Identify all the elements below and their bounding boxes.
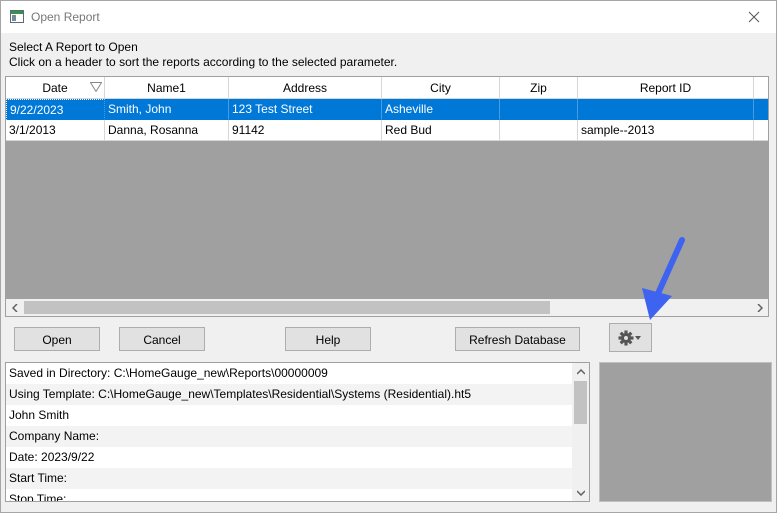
grid-header: Date Name1 Address City Zip Report ID (6, 77, 768, 99)
settings-dropdown-button[interactable] (609, 323, 652, 352)
detail-line-start-time: Start Time: (6, 468, 573, 489)
app-window-icon (10, 10, 24, 23)
cell-date[interactable]: 3/1/2013 (6, 120, 105, 141)
chevron-left-icon (11, 303, 18, 312)
chevron-right-icon (756, 303, 763, 312)
detail-line-company: Company Name: (6, 426, 573, 447)
detail-line-date: Date: 2023/9/22 (9, 450, 95, 464)
horizontal-scroll-thumb[interactable] (24, 301, 550, 314)
gear-icon (618, 330, 641, 345)
scroll-left-button[interactable] (6, 299, 23, 316)
chevron-down-icon (576, 489, 585, 496)
column-header-zip[interactable]: Zip (500, 77, 578, 99)
cell-name[interactable]: Smith, John (105, 99, 229, 120)
column-header-report-id[interactable]: Report ID (578, 77, 754, 99)
report-details-panel[interactable]: Saved in Directory: C:\HomeGauge_new\Rep… (5, 362, 590, 502)
chevron-up-icon (576, 368, 585, 375)
window-title: Open Report (31, 10, 100, 24)
detail-line-client: John Smith (9, 408, 70, 422)
column-header-address[interactable]: Address (229, 77, 382, 99)
scroll-right-button[interactable] (751, 299, 768, 316)
column-header-filler (754, 77, 768, 99)
title-bar: Open Report (1, 1, 776, 33)
horizontal-scrollbar[interactable] (6, 299, 768, 316)
scroll-down-button[interactable] (572, 484, 589, 501)
close-button[interactable] (732, 1, 776, 33)
column-header-name1[interactable]: Name1 (105, 77, 229, 99)
cell-filler (754, 120, 768, 141)
cell-city[interactable]: Asheville (382, 99, 500, 120)
help-button[interactable]: Help (285, 327, 371, 351)
column-header-label: Date (42, 81, 68, 95)
report-grid[interactable]: Date Name1 Address City Zip Report ID 9/… (5, 76, 769, 317)
instruction-heading: Select A Report to Open (9, 40, 138, 54)
cell-address[interactable]: 123 Test Street (229, 99, 382, 120)
open-report-dialog: Open Report Select A Report to Open Clic… (0, 0, 777, 513)
close-icon (748, 11, 760, 23)
open-button[interactable]: Open (14, 327, 100, 351)
refresh-database-button[interactable]: Refresh Database (455, 327, 580, 351)
cancel-button[interactable]: Cancel (119, 327, 205, 351)
cell-date[interactable]: 9/22/2023 (6, 99, 105, 120)
detail-line-stop-time: Stop Time: (9, 492, 67, 502)
vertical-scrollbar[interactable] (572, 363, 589, 501)
detail-line-directory: Saved in Directory: C:\HomeGauge_new\Rep… (9, 366, 328, 380)
cell-name[interactable]: Danna, Rosanna (105, 120, 229, 141)
chevron-down-icon (634, 335, 641, 340)
cell-zip[interactable] (500, 99, 578, 120)
cell-report-id[interactable]: sample--2013 (578, 120, 754, 141)
report-preview-pane (599, 362, 772, 502)
cell-zip[interactable] (500, 120, 578, 141)
instruction-text: Click on a header to sort the reports ac… (9, 55, 398, 69)
cell-filler (754, 99, 768, 120)
vertical-scroll-thumb[interactable] (574, 381, 587, 424)
cell-city[interactable]: Red Bud (382, 120, 500, 141)
table-row[interactable]: 9/22/2023 Smith, John 123 Test Street As… (6, 99, 768, 120)
table-row[interactable]: 3/1/2013 Danna, Rosanna 91142 Red Bud sa… (6, 120, 768, 141)
sort-descending-icon (90, 82, 102, 92)
scroll-up-button[interactable] (572, 363, 589, 380)
detail-line-template: Using Template: C:\HomeGauge_new\Templat… (6, 384, 573, 405)
cell-address[interactable]: 91142 (229, 120, 382, 141)
column-header-city[interactable]: City (382, 77, 500, 99)
cell-report-id[interactable] (578, 99, 754, 120)
column-header-date[interactable]: Date (6, 77, 105, 99)
